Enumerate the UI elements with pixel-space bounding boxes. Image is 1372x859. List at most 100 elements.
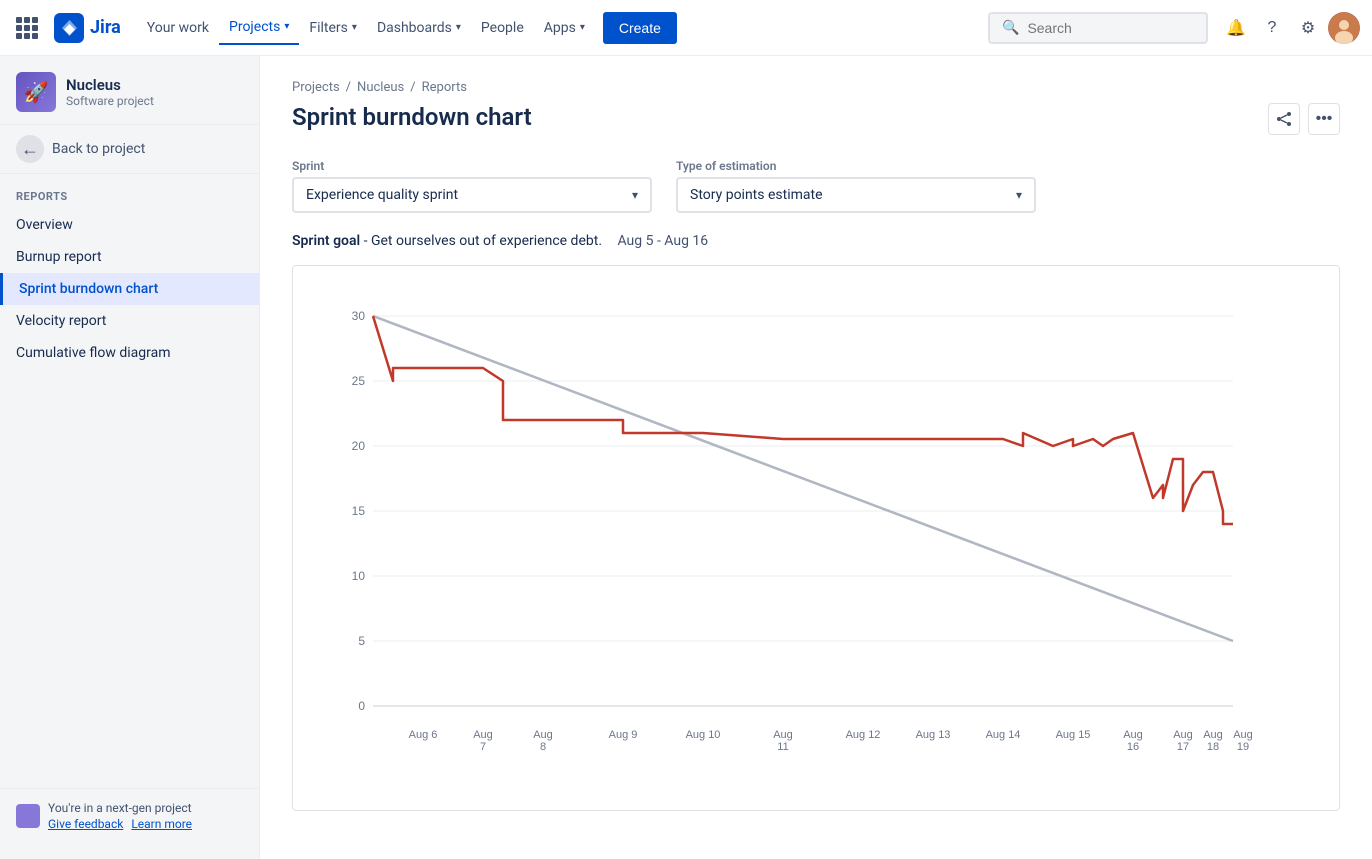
main-content: Projects / Nucleus / Reports Sprint burn… (260, 56, 1372, 859)
svg-text:0: 0 (358, 699, 365, 713)
sidebar-item-burnup[interactable]: Burnup report (0, 241, 259, 273)
svg-text:18: 18 (1207, 741, 1219, 753)
svg-text:25: 25 (352, 374, 366, 388)
sidebar: 🚀 Nucleus Software project ← Back to pro… (0, 56, 260, 859)
topnav-people[interactable]: People (471, 12, 534, 44)
back-to-project[interactable]: ← Back to project (0, 125, 259, 174)
svg-text:Aug: Aug (473, 729, 493, 741)
svg-text:8: 8 (540, 741, 546, 753)
svg-text:5: 5 (358, 634, 365, 648)
project-type: Software project (66, 94, 154, 108)
breadcrumb-nucleus[interactable]: Nucleus (357, 80, 404, 95)
project-name: Nucleus (66, 76, 154, 94)
breadcrumb-reports[interactable]: Reports (422, 80, 467, 95)
next-gen-text: You're in a next-gen project (48, 801, 192, 815)
search-icon: 🔍 (1002, 20, 1019, 36)
filters-row: Sprint Experience quality sprint ▾ Type … (292, 159, 1340, 213)
svg-text:Aug 15: Aug 15 (1056, 729, 1091, 741)
next-gen-icon (16, 804, 40, 828)
svg-text:Aug 9: Aug 9 (609, 729, 638, 741)
svg-text:Aug 14: Aug 14 (986, 729, 1021, 741)
svg-text:Aug: Aug (773, 729, 793, 741)
sprint-filter-group: Sprint Experience quality sprint ▾ (292, 159, 652, 213)
search-input[interactable] (1027, 20, 1194, 36)
user-avatar[interactable] (1328, 12, 1360, 44)
sprint-dropdown-value: Experience quality sprint (306, 187, 458, 203)
sprint-goal-dates: Aug 5 - Aug 16 (618, 233, 709, 249)
give-feedback-link[interactable]: Give feedback (48, 817, 123, 831)
svg-text:Aug 12: Aug 12 (846, 729, 881, 741)
page-title: Sprint burndown chart (292, 103, 532, 131)
topnav-filters[interactable]: Filters ▾ (299, 12, 367, 44)
help-button[interactable]: ? (1256, 12, 1288, 44)
estimation-filter-label: Type of estimation (676, 159, 1036, 173)
svg-text:Aug: Aug (533, 729, 553, 741)
svg-text:Aug: Aug (1233, 729, 1253, 741)
search-bar[interactable]: 🔍 (988, 12, 1208, 44)
page-header-actions: ••• (1268, 103, 1340, 135)
svg-text:19: 19 (1237, 741, 1249, 753)
svg-text:Aug: Aug (1203, 729, 1223, 741)
svg-text:16: 16 (1127, 741, 1139, 753)
sprint-goal-label: Sprint goal (292, 233, 360, 249)
main-layout: 🚀 Nucleus Software project ← Back to pro… (0, 56, 1372, 859)
sprint-goal: Sprint goal - Get ourselves out of exper… (292, 233, 1340, 249)
estimation-dropdown-chevron: ▾ (1016, 188, 1022, 202)
sidebar-item-velocity[interactable]: Velocity report (0, 305, 259, 337)
topnav-links: Your work Projects ▾ Filters ▾ Dashboard… (137, 11, 595, 45)
reports-section-title: Reports (0, 174, 259, 209)
svg-text:20: 20 (352, 439, 366, 453)
svg-text:17: 17 (1177, 741, 1189, 753)
svg-text:Aug 6: Aug 6 (409, 729, 438, 741)
svg-text:30: 30 (352, 309, 366, 323)
estimation-dropdown-value: Story points estimate (690, 187, 823, 203)
svg-text:10: 10 (352, 569, 366, 583)
topnav-your-work[interactable]: Your work (137, 12, 219, 44)
back-label: Back to project (52, 141, 145, 157)
chart-container: Story points estimates 30 25 20 15 10 5 (292, 265, 1340, 811)
settings-button[interactable]: ⚙ (1292, 12, 1324, 44)
svg-text:Aug 10: Aug 10 (686, 729, 721, 741)
topnav: Jira Your work Projects ▾ Filters ▾ Dash… (0, 0, 1372, 56)
sidebar-bottom-links: Give feedback Learn more (48, 817, 192, 831)
estimation-dropdown[interactable]: Story points estimate ▾ (676, 177, 1036, 213)
topnav-projects[interactable]: Projects ▾ (219, 11, 299, 45)
sprint-dropdown-chevron: ▾ (632, 188, 638, 202)
notifications-button[interactable]: 🔔 (1220, 12, 1252, 44)
sidebar-project: 🚀 Nucleus Software project (0, 56, 259, 125)
jira-logo-text: Jira (90, 17, 121, 38)
back-icon: ← (16, 135, 44, 163)
burndown-chart: Story points estimates 30 25 20 15 10 5 (313, 286, 1253, 786)
app-grid-button[interactable] (12, 13, 42, 43)
topnav-apps[interactable]: Apps ▾ (534, 12, 595, 44)
project-icon: 🚀 (16, 72, 56, 112)
topnav-dashboards[interactable]: Dashboards ▾ (367, 12, 471, 44)
chart-svg-wrapper: Story points estimates 30 25 20 15 10 5 (313, 286, 1319, 790)
jira-logo[interactable]: Jira (54, 13, 121, 43)
svg-text:Aug: Aug (1173, 729, 1193, 741)
share-button[interactable] (1268, 103, 1300, 135)
breadcrumb-sep-1: / (346, 80, 351, 95)
svg-text:15: 15 (352, 504, 366, 518)
breadcrumb: Projects / Nucleus / Reports (292, 80, 1340, 95)
sprint-goal-text: - Get ourselves out of experience debt. (364, 233, 602, 249)
page-header: Sprint burndown chart ••• (292, 103, 1340, 135)
svg-text:Aug 13: Aug 13 (916, 729, 951, 741)
learn-more-link[interactable]: Learn more (131, 817, 192, 831)
breadcrumb-sep-2: / (410, 80, 415, 95)
sidebar-bottom: You're in a next-gen project Give feedba… (0, 788, 259, 843)
sidebar-item-overview[interactable]: Overview (0, 209, 259, 241)
sidebar-item-cumulative[interactable]: Cumulative flow diagram (0, 337, 259, 369)
topnav-icon-group: 🔔 ? ⚙ (1220, 12, 1360, 44)
svg-text:7: 7 (480, 741, 486, 753)
svg-text:11: 11 (777, 741, 788, 753)
sprint-dropdown[interactable]: Experience quality sprint ▾ (292, 177, 652, 213)
sidebar-item-sprint-burndown[interactable]: Sprint burndown chart (0, 273, 259, 305)
breadcrumb-projects[interactable]: Projects (292, 80, 340, 95)
svg-text:Aug: Aug (1123, 729, 1143, 741)
sidebar-bottom-info: You're in a next-gen project Give feedba… (48, 801, 192, 831)
estimation-filter-group: Type of estimation Story points estimate… (676, 159, 1036, 213)
more-options-button[interactable]: ••• (1308, 103, 1340, 135)
create-button[interactable]: Create (603, 12, 677, 44)
sprint-filter-label: Sprint (292, 159, 652, 173)
